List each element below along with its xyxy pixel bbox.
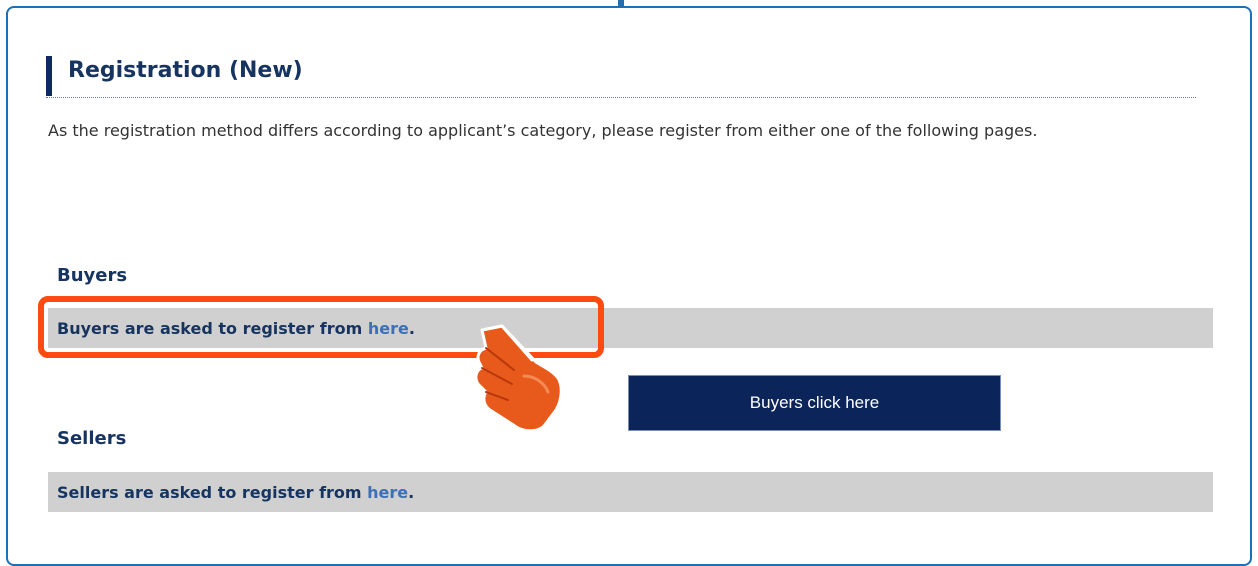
buyers-suffix: .: [408, 318, 415, 338]
pointing-hand-icon: [474, 324, 563, 433]
sellers-register-link[interactable]: here: [367, 483, 408, 502]
page-title: Registration (New): [68, 58, 303, 83]
buyers-register-link[interactable]: here: [368, 319, 409, 338]
intro-text: As the registration method differs accor…: [48, 121, 1038, 140]
sellers-suffix: .: [408, 482, 415, 502]
panel-connector: [618, 0, 624, 6]
sellers-row: Sellers are asked to register from here.: [48, 472, 1213, 512]
heading-accent-bar: [46, 56, 52, 96]
buyers-prompt: Buyers are asked to register from: [57, 318, 368, 338]
sellers-prompt: Sellers are asked to register from: [57, 482, 368, 502]
sellers-heading: Sellers: [57, 428, 127, 449]
buyers-heading: Buyers: [57, 265, 128, 286]
section-heading: Registration (New): [46, 52, 1196, 98]
buyers-row: Buyers are asked to register from here.: [48, 308, 1213, 348]
buyers-callout-button[interactable]: Buyers click here: [628, 375, 1001, 431]
